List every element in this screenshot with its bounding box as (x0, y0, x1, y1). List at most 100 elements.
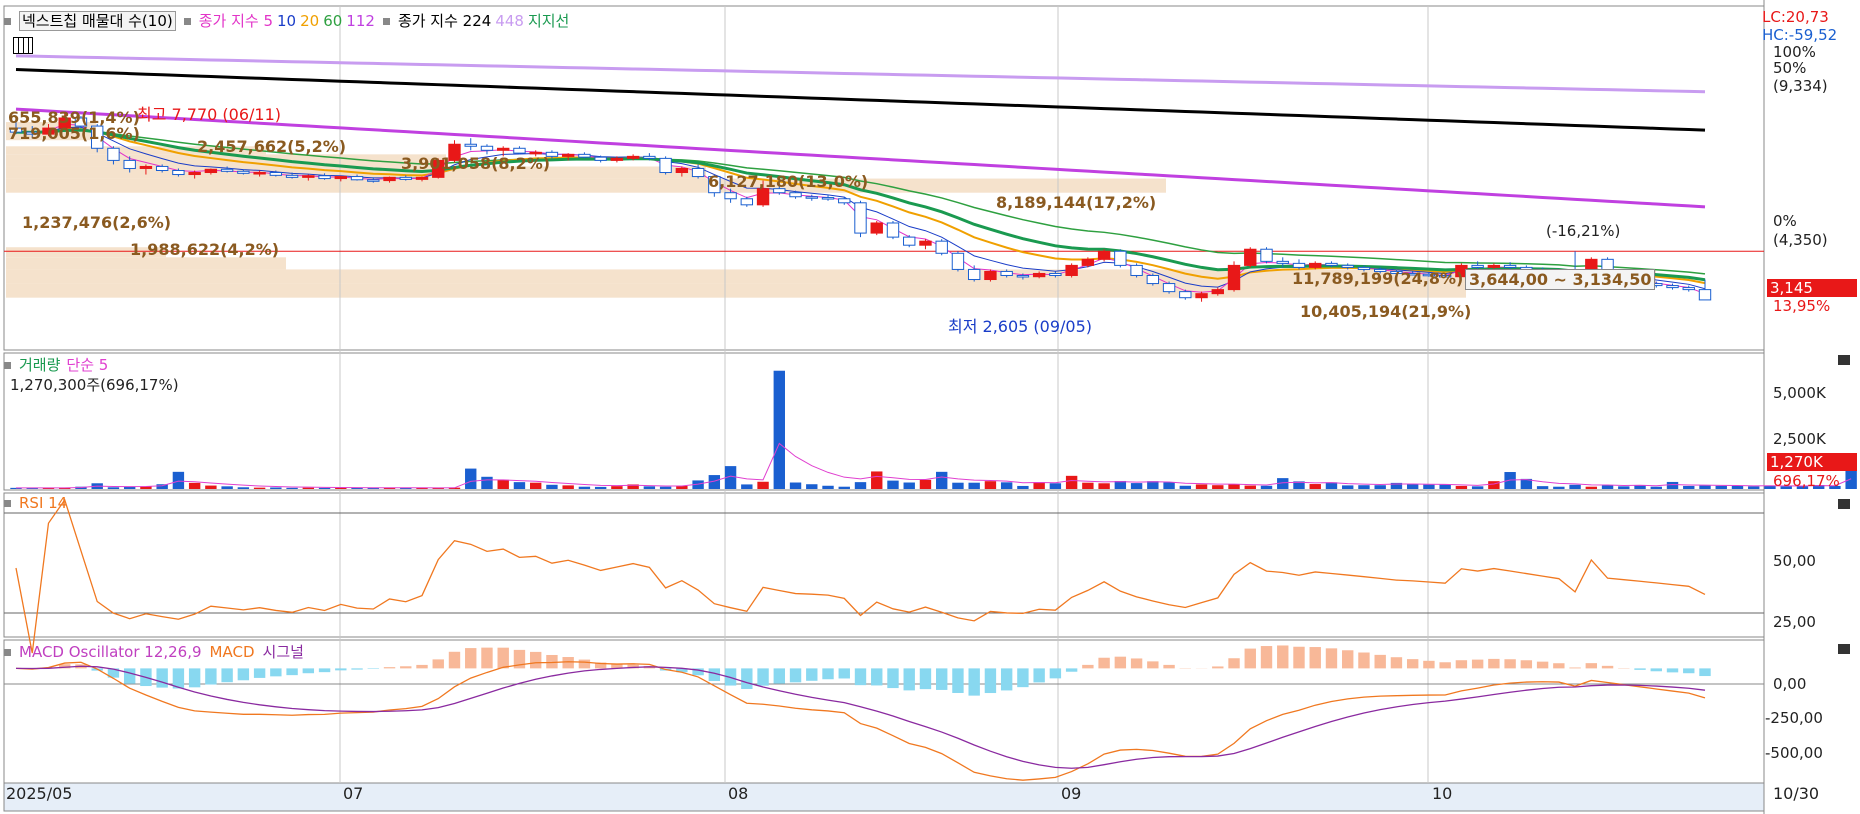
volume-title[interactable]: 거래량 (19, 356, 60, 374)
macd-osc-bar (1390, 657, 1403, 669)
volume-bar (1260, 485, 1273, 489)
volume-bar (562, 485, 574, 489)
macd-osc-bar (1553, 663, 1565, 669)
macd-osc-bar (1634, 668, 1646, 670)
volume-bar (952, 482, 964, 489)
macd-osc-bar (1309, 647, 1321, 669)
macd-osc-bar (1585, 663, 1598, 669)
macd-osc-bar (887, 668, 899, 689)
macd-label[interactable]: MACD (210, 643, 255, 661)
macd-axis-0: 0,00 (1773, 675, 1807, 693)
candle (903, 236, 916, 246)
grid-toggle-icon[interactable] (13, 37, 33, 54)
macd-osc-bar (952, 668, 964, 693)
volume-bar (741, 484, 753, 489)
macd-osc-bar (1488, 658, 1500, 669)
ma20-label[interactable]: 20 (300, 12, 319, 30)
macd-osc-bar (936, 668, 948, 690)
volume-bar (1098, 483, 1110, 489)
volume-bar (1683, 485, 1695, 489)
candle (1179, 291, 1192, 299)
macd-oscillator (15, 645, 1711, 781)
price-axis-high: (9,334) (1773, 77, 1828, 95)
macd-osc-bar (1699, 668, 1711, 677)
candle (1227, 264, 1241, 291)
volume-ma-label[interactable]: 단순 5 (66, 356, 108, 374)
macd-osc-bar (1536, 661, 1549, 669)
macd-osc-bar (1374, 654, 1386, 669)
candle (285, 174, 299, 178)
macd-osc-bar (448, 651, 461, 669)
rsi-axis-50: 50,00 (1773, 552, 1816, 570)
support-label[interactable]: 지지선 (528, 12, 569, 30)
volume-bar (1195, 484, 1208, 489)
candle (643, 155, 656, 159)
volume-bar (1423, 484, 1435, 489)
macd-osc-bar (1147, 661, 1159, 669)
candle (302, 175, 315, 178)
candle (594, 156, 607, 161)
ma224-label[interactable]: 종가 지수 224 (398, 12, 491, 30)
volume-bar (1439, 484, 1451, 489)
minimize-macd-icon[interactable] (1838, 644, 1850, 654)
ma60-label[interactable]: 60 (323, 12, 342, 30)
macd-osc-bar (871, 668, 883, 686)
candle (854, 202, 867, 234)
ma448-label[interactable]: 448 (495, 12, 524, 30)
candle (1081, 258, 1095, 266)
ma10-label[interactable]: 10 (277, 12, 296, 30)
volume-bar (1049, 483, 1062, 489)
macd-osc-bar (481, 647, 493, 669)
macd-osc-bar (578, 659, 591, 669)
minimize-volume-icon[interactable] (1838, 355, 1850, 365)
volume-bar (578, 486, 591, 489)
profile-label[interactable]: 넥스트칩 매물대 수(10) (19, 11, 176, 31)
macd-osc-bar (741, 668, 753, 689)
volume-axis-5000k: 5,000K (1773, 384, 1826, 402)
macd-osc-bar (351, 668, 363, 670)
candle (139, 165, 153, 169)
volume-bar (1748, 486, 1760, 489)
profile-label-7: 1,237,476(2,6%) (22, 213, 172, 232)
volume-bar (221, 486, 233, 489)
macd-osc-bar (806, 668, 818, 681)
candle (464, 143, 477, 147)
macd-osc-bar (1130, 658, 1143, 669)
candle (740, 198, 754, 206)
candle (1276, 260, 1289, 264)
macd-osc-bar (286, 668, 298, 676)
macd-osc-bar (302, 668, 315, 674)
macd-osc-bar (205, 668, 217, 685)
volume-bar (594, 486, 607, 489)
panel-frame (3, 492, 1765, 638)
profile-label-9: 11,789,199(24,8%) (1292, 269, 1464, 288)
volume-bar (1406, 484, 1419, 489)
macd-title[interactable]: MACD Oscillator 12,26,9 (19, 643, 202, 661)
volume-bar (1536, 486, 1549, 489)
volume-bar (318, 487, 331, 489)
candle (334, 176, 348, 180)
ma112-label[interactable]: 112 (346, 12, 375, 30)
candle (1016, 274, 1030, 278)
macd-osc-bar (1601, 665, 1614, 669)
candle (172, 169, 185, 176)
volume-bar (1650, 486, 1662, 489)
candle (367, 179, 380, 182)
candle (269, 172, 283, 176)
profile-band (6, 178, 1166, 193)
panel-frame (3, 352, 1765, 491)
macd-osc-bar (1293, 646, 1305, 669)
macd-osc-bar (237, 668, 250, 681)
minimize-rsi-icon[interactable] (1838, 499, 1850, 509)
macd-osc-bar (822, 668, 834, 680)
profile-label-8: 1,988,622(4,2%) (130, 240, 280, 259)
volume-bar (1601, 485, 1614, 489)
ma-prefix-label[interactable]: 종가 지수 5 (199, 12, 273, 30)
profile-label-10: 10,405,194(21,9%) (1300, 302, 1472, 321)
rsi-title[interactable]: RSI 14 (19, 494, 67, 512)
candle (675, 167, 689, 174)
candle (724, 192, 737, 200)
macd-axis-250: -250,00 (1765, 709, 1823, 727)
macd-osc-bar (1033, 668, 1045, 683)
macd-signal-label[interactable]: 시그널 (263, 643, 304, 661)
